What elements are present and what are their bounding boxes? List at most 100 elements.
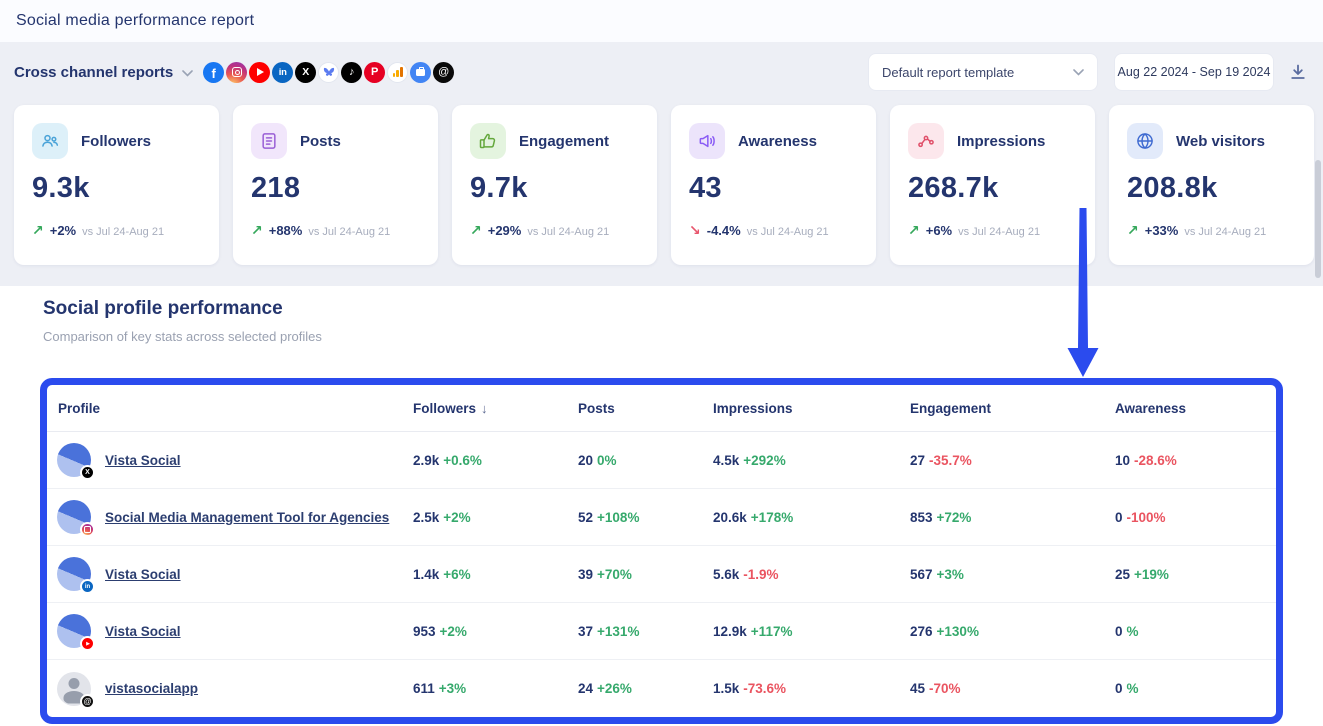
posts-icon [251,123,287,159]
posts-delta: 0% [597,453,617,468]
followers-delta: +6% [443,567,470,582]
reports-menu[interactable]: Cross channel reports [14,64,173,81]
channel-youtube-icon[interactable] [249,62,270,83]
followers-value: 2.5k [413,510,439,525]
stat-compare-period: vs Jul 24-Aug 21 [527,226,609,238]
posts-value: 52 [578,510,593,525]
trend-arrow-icon [470,222,482,239]
analytics-bar-glyph [393,73,396,77]
engagement-value: 853 [910,510,933,525]
followers-icon [32,123,68,159]
stat-delta: +88% [269,223,303,238]
stat-value: 9.3k [32,172,201,205]
column-header-engagement[interactable]: Engagement [910,401,1115,416]
stat-card-engagement: Engagement 9.7k +29% vs Jul 24-Aug 21 [452,105,657,265]
column-header-followers[interactable]: Followers↓ [413,401,578,416]
megaphone-icon [689,123,725,159]
date-range-value: Aug 22 2024 - Sep 19 2024 [1118,65,1271,79]
followers-value: 2.9k [413,453,439,468]
profile-link[interactable]: Vista Social [105,567,181,582]
trend-arrow-icon [1127,222,1139,239]
table-row: vistasocialapp 611+3% 24+26% 1.5k-73.6% … [47,660,1276,717]
channel-google-analytics-icon[interactable] [387,62,408,83]
engagement-value: 276 [910,624,933,639]
engagement-value: 567 [910,567,933,582]
stat-delta: +6% [926,223,952,238]
channel-facebook-icon[interactable] [203,62,224,83]
awareness-delta: -100% [1127,510,1166,525]
vertical-scrollbar[interactable] [1315,160,1321,278]
awareness-delta: % [1127,681,1139,696]
trend-arrow-icon [908,222,920,239]
stat-compare-period: vs Jul 24-Aug 21 [747,226,829,238]
profile-link[interactable]: vistasocialapp [105,681,198,696]
impressions-delta: +178% [751,510,793,525]
table-row: Vista Social 2.9k+0.6% 200% 4.5k+292% 27… [47,432,1276,489]
column-header-impressions[interactable]: Impressions [713,401,910,416]
channel-pinterest-icon[interactable] [364,62,385,83]
stat-label: Followers [81,133,151,150]
posts-value: 37 [578,624,593,639]
stat-compare-period: vs Jul 24-Aug 21 [308,226,390,238]
table-header-row: Profile Followers↓ Posts Impressions Eng… [47,385,1276,432]
toolbar: Cross channel reports Default report tem… [0,42,1323,102]
profile-link[interactable]: Social Media Management Tool for Agencie… [105,510,389,525]
download-report-button[interactable] [1289,63,1307,81]
trend-arrow-icon [689,222,701,239]
network-badge-icon [80,694,95,709]
trend-arrow-icon [251,222,263,239]
channel-google-business-icon[interactable] [410,62,431,83]
social-profile-performance-table: Profile Followers↓ Posts Impressions Eng… [40,378,1283,724]
stat-label: Posts [300,133,341,150]
channel-linkedin-icon[interactable] [272,62,293,83]
stat-card-followers: Followers 9.3k +2% vs Jul 24-Aug 21 [14,105,219,265]
awareness-value: 0 [1115,624,1123,639]
table-row: Vista Social 953+2% 37+131% 12.9k+117% 2… [47,603,1276,660]
channel-bluesky-icon[interactable] [318,62,339,83]
channel-x-icon[interactable] [295,62,316,83]
sort-descending-icon[interactable]: ↓ [481,401,488,416]
stat-label: Web visitors [1176,133,1265,150]
column-header-profile[interactable]: Profile [47,401,413,416]
profile-link[interactable]: Vista Social [105,453,181,468]
channel-tiktok-icon[interactable] [341,62,362,83]
stat-label: Impressions [957,133,1045,150]
chevron-down-icon[interactable] [182,70,193,77]
stat-value: 218 [251,172,420,205]
youtube-play-glyph [257,68,264,76]
channel-instagram-icon[interactable] [226,62,247,83]
awareness-value: 0 [1115,681,1123,696]
profile-link[interactable]: Vista Social [105,624,181,639]
download-icon [1289,63,1307,81]
impressions-delta: +117% [751,624,793,639]
analytics-bar-glyph [400,67,403,77]
report-template-select[interactable]: Default report template [868,53,1098,91]
engagement-value: 27 [910,453,925,468]
stat-cards-row: Followers 9.3k +2% vs Jul 24-Aug 21 Post… [14,105,1314,265]
stat-compare-period: vs Jul 24-Aug 21 [82,226,164,238]
thumbs-up-icon [470,123,506,159]
table-row: Social Media Management Tool for Agencie… [47,489,1276,546]
date-range-picker[interactable]: Aug 22 2024 - Sep 19 2024 [1114,53,1274,91]
awareness-delta: -28.6% [1134,453,1177,468]
network-badge-icon [80,465,95,480]
engagement-delta: +130% [937,624,979,639]
posts-value: 20 [578,453,593,468]
trend-arrow-icon [32,222,44,239]
engagement-delta: -35.7% [929,453,972,468]
stat-compare-period: vs Jul 24-Aug 21 [1184,226,1266,238]
channel-threads-icon[interactable] [433,62,454,83]
followers-value: 1.4k [413,567,439,582]
stat-value: 9.7k [470,172,639,205]
engagement-delta: -70% [929,681,961,696]
impressions-value: 5.6k [713,567,739,582]
stat-label: Awareness [738,133,817,150]
column-header-posts[interactable]: Posts [578,401,713,416]
column-header-awareness[interactable]: Awareness [1115,401,1276,416]
stat-label: Engagement [519,133,609,150]
table-row: Vista Social 1.4k+6% 39+70% 5.6k-1.9% 56… [47,546,1276,603]
engagement-delta: +3% [937,567,964,582]
impressions-delta: -73.6% [743,681,786,696]
followers-delta: +2% [440,624,467,639]
analytics-bar-glyph [396,70,399,77]
